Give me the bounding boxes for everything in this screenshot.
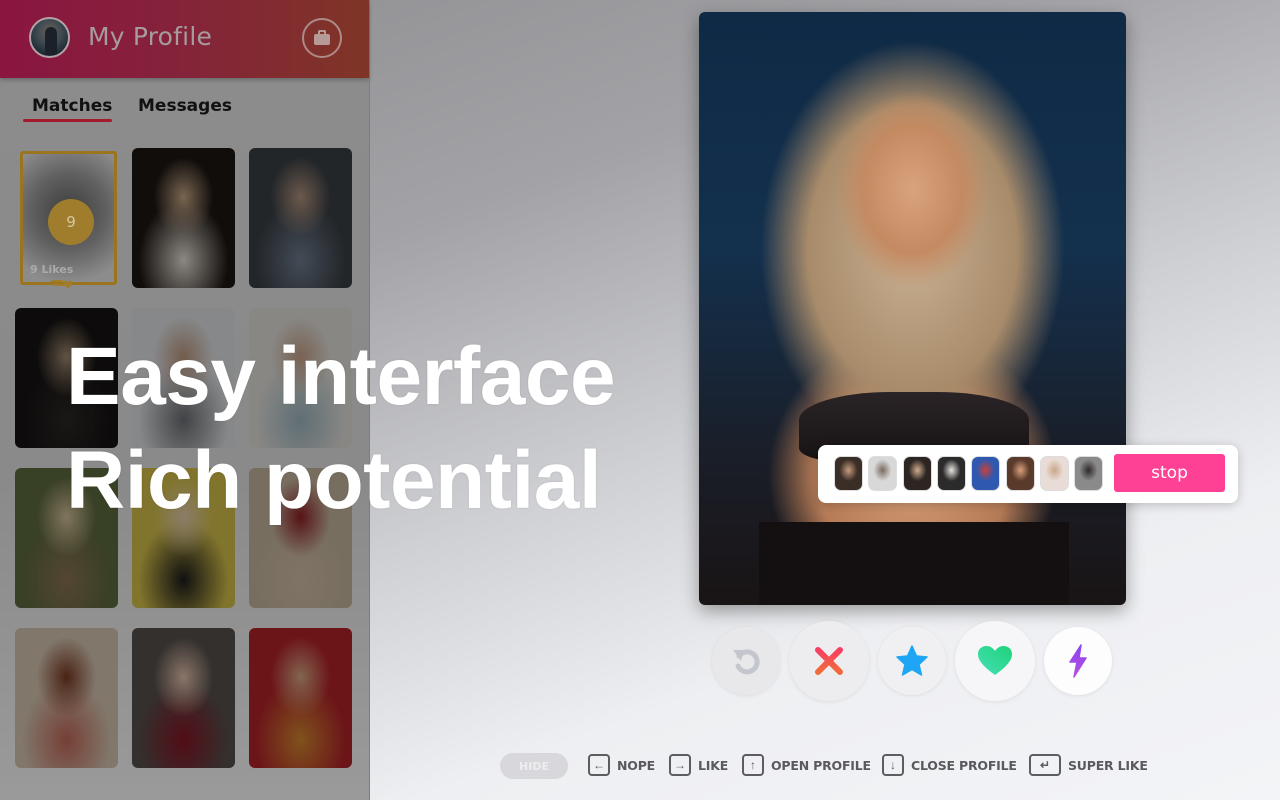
likes-tile[interactable]: 9 9 Likes ♥ bbox=[15, 148, 118, 288]
match-tile[interactable] bbox=[15, 628, 118, 768]
heart-icon bbox=[978, 646, 1012, 675]
user-avatar[interactable] bbox=[29, 17, 70, 58]
headline-line-2: Rich potential bbox=[66, 435, 602, 526]
super-like-button[interactable] bbox=[878, 627, 946, 695]
active-tab-indicator bbox=[23, 119, 112, 122]
shortcut-open-profile: ↑ OPEN PROFILE bbox=[742, 754, 871, 776]
match-thumbnail[interactable] bbox=[834, 456, 863, 491]
shortcut-nope: ← NOPE bbox=[588, 754, 655, 776]
match-tile[interactable] bbox=[249, 148, 352, 288]
shortcut-label: LIKE bbox=[698, 757, 729, 773]
promo-headline: Easy interface Rich potential bbox=[66, 325, 616, 533]
close-icon bbox=[815, 647, 843, 675]
match-thumbnail[interactable] bbox=[1039, 456, 1069, 491]
briefcase-icon bbox=[314, 34, 330, 45]
match-thumbnail[interactable] bbox=[936, 456, 966, 491]
stop-button[interactable]: stop bbox=[1114, 454, 1225, 492]
nope-button[interactable] bbox=[789, 621, 869, 701]
avatar-figure bbox=[45, 27, 57, 55]
heart-icon: ♥ bbox=[63, 275, 74, 288]
tab-matches[interactable]: Matches bbox=[32, 96, 112, 116]
arrow-right-key-icon: → bbox=[669, 754, 691, 776]
rewind-icon bbox=[733, 649, 760, 675]
shortcut-super-like: ↵ SUPER LIKE bbox=[1029, 754, 1148, 776]
boost-button[interactable] bbox=[1044, 627, 1112, 695]
arrow-up-key-icon: ↑ bbox=[742, 754, 764, 776]
lightning-icon bbox=[1069, 644, 1087, 678]
arrow-down-key-icon: ↓ bbox=[882, 754, 904, 776]
like-button[interactable] bbox=[955, 621, 1035, 701]
match-tile[interactable] bbox=[249, 628, 352, 768]
match-thumbnail[interactable] bbox=[1074, 456, 1104, 491]
briefcase-button[interactable] bbox=[302, 18, 342, 58]
enter-key-icon: ↵ bbox=[1029, 754, 1061, 776]
match-tile[interactable] bbox=[132, 628, 235, 768]
headline-line-1: Easy interface bbox=[66, 331, 616, 422]
match-thumbnail[interactable] bbox=[971, 456, 1001, 491]
speed-lines-icon bbox=[51, 280, 63, 282]
likes-tile-frame: 9 9 Likes bbox=[20, 151, 117, 285]
shortcut-close-profile: ↓ CLOSE PROFILE bbox=[882, 754, 1017, 776]
photo-detail bbox=[759, 522, 1069, 605]
match-thumbnail[interactable] bbox=[1005, 456, 1035, 491]
match-thumbnail[interactable] bbox=[868, 456, 898, 491]
star-icon bbox=[896, 645, 928, 676]
shortcut-label: SUPER LIKE bbox=[1068, 757, 1148, 773]
shortcut-label: OPEN PROFILE bbox=[771, 757, 871, 773]
shortcut-label: CLOSE PROFILE bbox=[911, 757, 1017, 773]
profile-card-photo[interactable] bbox=[699, 12, 1126, 605]
likes-count-badge: 9 bbox=[48, 199, 94, 245]
shortcut-label: NOPE bbox=[617, 757, 655, 773]
header-title[interactable]: My Profile bbox=[88, 22, 212, 51]
hide-shortcuts-button[interactable]: HIDE bbox=[500, 753, 568, 779]
match-strip: stop bbox=[818, 445, 1238, 503]
arrow-left-key-icon: ← bbox=[588, 754, 610, 776]
tab-messages[interactable]: Messages bbox=[138, 96, 232, 116]
sidebar-tabs: Matches Messages bbox=[0, 78, 370, 130]
rewind-button[interactable] bbox=[712, 627, 780, 695]
shortcut-like: → LIKE bbox=[669, 754, 728, 776]
match-tile[interactable] bbox=[132, 148, 235, 288]
sidebar-header: My Profile bbox=[0, 0, 369, 78]
keyboard-shortcuts-bar: HIDE ← NOPE → LIKE ↑ OPEN PROFILE ↓ CLOS… bbox=[0, 752, 1280, 780]
match-thumbnail[interactable] bbox=[902, 456, 932, 491]
